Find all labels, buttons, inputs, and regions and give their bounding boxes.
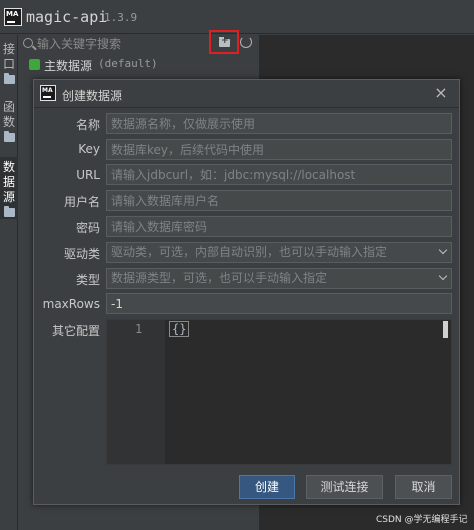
add-datasource-button[interactable] bbox=[209, 30, 239, 54]
tab-interfaces[interactable]: 接 口 bbox=[0, 40, 18, 86]
name-field[interactable] bbox=[106, 113, 452, 134]
url-label: URL bbox=[76, 168, 100, 182]
close-icon[interactable]: × bbox=[432, 83, 450, 103]
type-select[interactable]: 数据源类型，可选，也可以手动输入指定 bbox=[106, 268, 452, 289]
datasource-name: 主数据源 bbox=[44, 59, 93, 73]
chevron-down-icon bbox=[438, 271, 448, 281]
name-label: 名称 bbox=[75, 118, 100, 132]
folder-icon bbox=[3, 206, 15, 217]
dialog-logo: MA bbox=[40, 85, 56, 101]
watermark: CSDN @学无编程手记 bbox=[376, 515, 468, 525]
datasource-key: (default) bbox=[98, 57, 158, 70]
type-label: 类型 bbox=[75, 273, 100, 287]
folder-icon bbox=[3, 73, 15, 84]
type-placeholder: 数据源类型，可选，也可以手动输入指定 bbox=[111, 271, 328, 285]
search-input[interactable] bbox=[37, 36, 223, 52]
tab-datasources[interactable]: 数 据 源 bbox=[0, 157, 18, 219]
tab-functions-label: 函 数 bbox=[2, 100, 15, 129]
driver-placeholder: 驱动类，可选，内部自动识别，也可以手动输入指定 bbox=[111, 245, 388, 259]
title-bar: MA magic-api 1.3.9 bbox=[0, 0, 474, 34]
other-config-editor[interactable]: 1 {} bbox=[106, 319, 452, 465]
url-field[interactable] bbox=[106, 164, 452, 185]
tab-functions[interactable]: 函 数 bbox=[0, 98, 18, 144]
create-datasource-dialog: MA 创建数据源 × 名称 Key URL 用户名 密码 驱动类 驱动类，可选，… bbox=[33, 79, 460, 505]
username-field[interactable] bbox=[106, 190, 452, 211]
cancel-button[interactable]: 取消 bbox=[395, 475, 452, 499]
maxrows-field[interactable] bbox=[106, 293, 452, 314]
add-folder-icon bbox=[219, 36, 230, 47]
password-field[interactable] bbox=[106, 216, 452, 237]
key-field[interactable] bbox=[106, 139, 452, 160]
create-button[interactable]: 创建 bbox=[239, 475, 295, 499]
folder-icon bbox=[3, 131, 15, 142]
tab-interfaces-label: 接 口 bbox=[2, 42, 15, 71]
password-label: 密码 bbox=[75, 221, 100, 235]
editor-gutter: 1 bbox=[107, 320, 165, 464]
line-number: 1 bbox=[135, 322, 143, 336]
chevron-down-icon bbox=[438, 245, 448, 255]
driver-label: 驱动类 bbox=[63, 247, 100, 261]
editor-scrollbar[interactable] bbox=[443, 321, 448, 338]
dialog-title: 创建数据源 bbox=[62, 89, 123, 103]
app-version: 1.3.9 bbox=[104, 11, 138, 24]
editor-code[interactable]: {} bbox=[169, 321, 190, 337]
other-config-label: 其它配置 bbox=[51, 324, 100, 338]
refresh-icon[interactable] bbox=[240, 36, 252, 48]
left-tab-bar: 接 口 函 数 数 据 源 bbox=[0, 35, 18, 530]
key-label: Key bbox=[78, 142, 100, 156]
datasource-icon bbox=[29, 59, 40, 70]
search-icon bbox=[23, 38, 33, 48]
driver-select[interactable]: 驱动类，可选，内部自动识别，也可以手动输入指定 bbox=[106, 242, 452, 263]
maxrows-label: maxRows bbox=[42, 297, 100, 311]
dialog-header: MA 创建数据源 × bbox=[34, 80, 459, 108]
test-connection-button[interactable]: 测试连接 bbox=[306, 475, 383, 499]
search-row bbox=[19, 30, 259, 55]
app-logo: MA bbox=[4, 8, 22, 26]
app-title: magic-api bbox=[26, 8, 108, 26]
username-label: 用户名 bbox=[63, 195, 100, 209]
tab-datasources-label: 数 据 源 bbox=[2, 160, 15, 204]
